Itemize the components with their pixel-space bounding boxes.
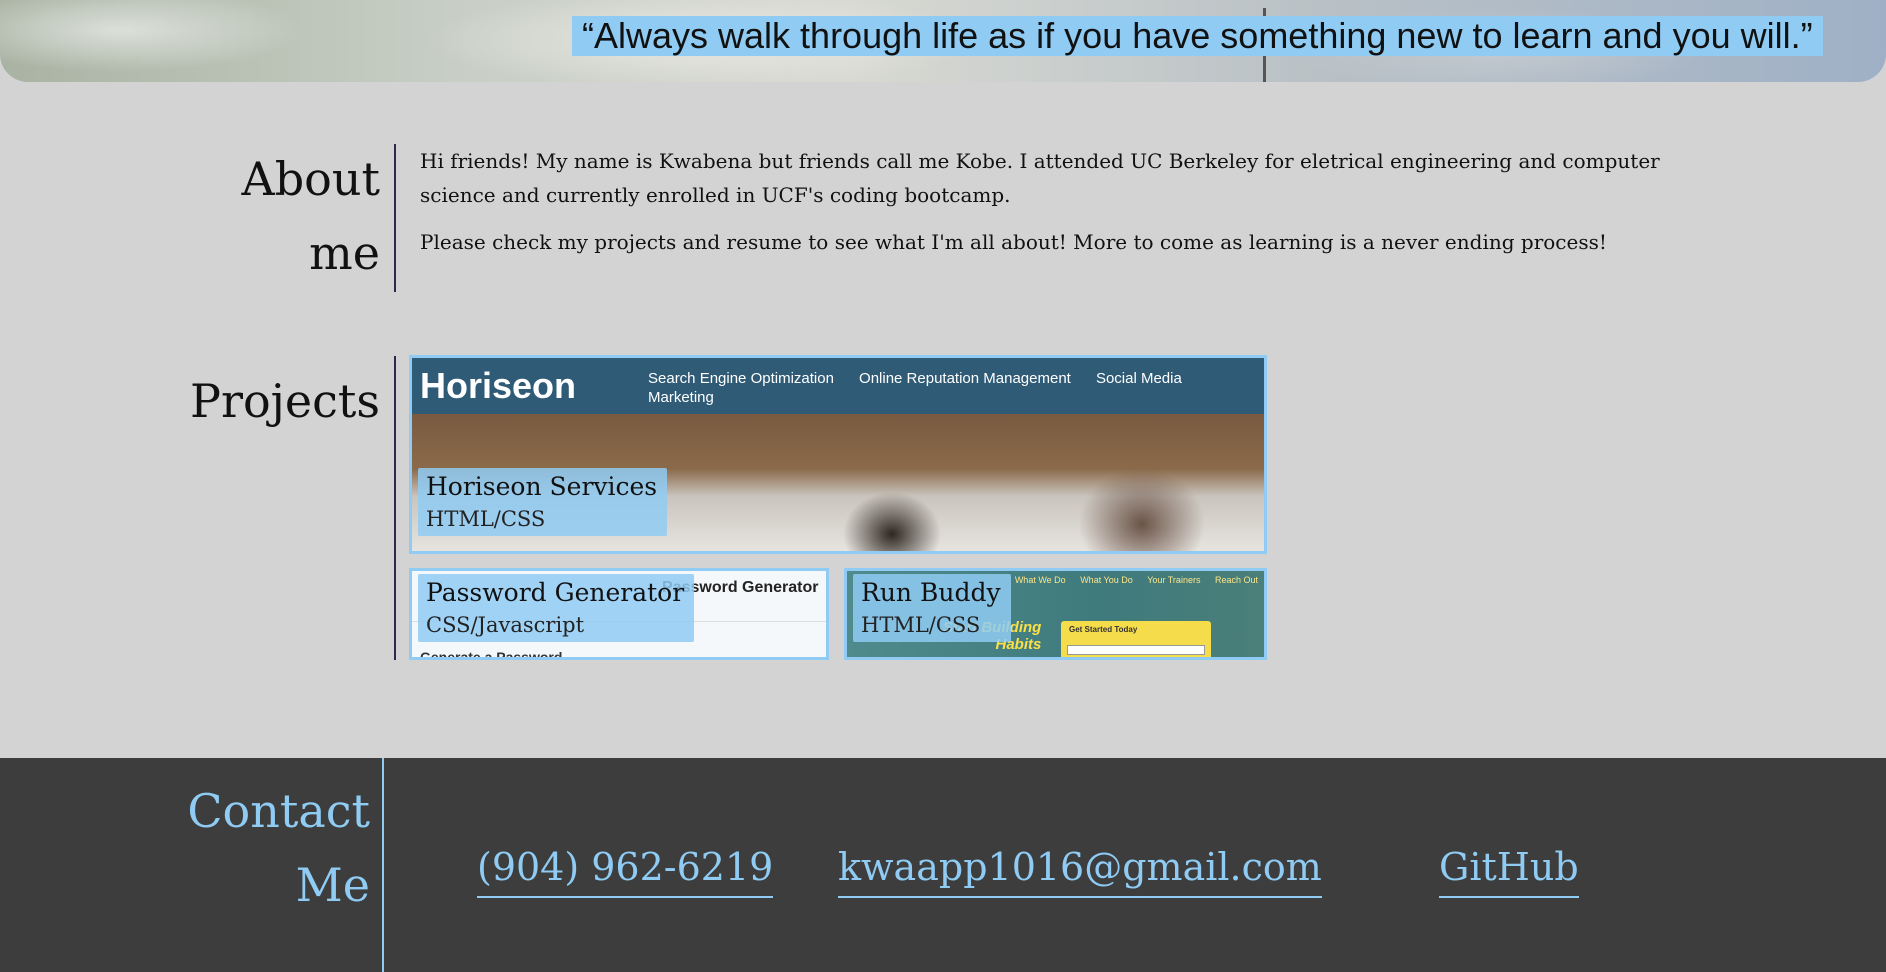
contact-divider	[382, 758, 384, 972]
hero-banner: “Always walk through life as if you have…	[0, 0, 1886, 82]
project-title: Password Generator	[426, 578, 685, 607]
projects-heading: Projects	[190, 374, 380, 428]
contact-heading-line1: Contact	[187, 784, 370, 838]
contact-heading: Contact Me	[150, 774, 370, 922]
project-label: Horiseon Services HTML/CSS	[418, 468, 668, 536]
project-label: Run Buddy HTML/CSS	[853, 574, 1011, 642]
about-text: Hi friends! My name is Kwabena but frien…	[420, 144, 1700, 272]
hero-quote: “Always walk through life as if you have…	[572, 16, 1823, 56]
run-buddy-preview-link: What We Do	[1014, 575, 1066, 585]
project-card-password-generator[interactable]: Password Generator Generate a Password P…	[409, 568, 829, 660]
project-tech: CSS/Javascript	[426, 613, 585, 637]
project-card-run-buddy[interactable]: What We Do What You Do Your Trainers Rea…	[844, 568, 1267, 660]
project-title: Horiseon Services	[426, 472, 658, 501]
run-buddy-preview-link: Reach Out	[1214, 575, 1258, 585]
about-heading-line1: About	[241, 152, 380, 206]
email-link[interactable]: kwaapp1016@gmail.com	[838, 842, 1322, 898]
horiseon-preview-link: Online Reputation Management	[859, 370, 1071, 387]
horiseon-preview-links: Search Engine Optimization Online Reputa…	[648, 368, 1264, 406]
projects-divider	[394, 356, 396, 660]
phone-link[interactable]: (904) 962-6219	[477, 842, 774, 898]
run-buddy-preview-link: What You Do	[1080, 575, 1133, 585]
about-divider	[394, 144, 396, 292]
horiseon-preview-logo: Horiseon	[420, 365, 577, 406]
project-tech: HTML/CSS	[426, 507, 546, 531]
about-paragraph-2: Please check my projects and resume to s…	[420, 230, 1607, 254]
about-heading: About me	[200, 142, 380, 290]
run-buddy-preview-nav: What We Do What You Do Your Trainers Rea…	[1003, 575, 1258, 585]
run-buddy-form-title: Get Started Today	[1069, 625, 1138, 634]
project-tech: HTML/CSS	[861, 613, 981, 637]
run-buddy-preview-link: Your Trainers	[1147, 575, 1201, 585]
contact-heading-line2: Me	[295, 858, 370, 912]
project-label: Password Generator CSS/Javascript	[418, 574, 695, 642]
horiseon-preview-nav: Horiseon Search Engine Optimization Onli…	[412, 358, 1264, 414]
contact-footer: Contact Me (904) 962-6219 kwaapp1016@gma…	[0, 758, 1886, 972]
about-paragraph-1: Hi friends! My name is Kwabena but frien…	[420, 149, 1660, 207]
run-buddy-preview-form: Get Started Today	[1061, 621, 1211, 657]
run-buddy-form-input	[1067, 645, 1205, 655]
project-card-horiseon[interactable]: Horiseon Search Engine Optimization Onli…	[409, 355, 1267, 554]
password-preview-subheader: Generate a Password	[420, 649, 563, 660]
horiseon-preview-link: Search Engine Optimization	[648, 370, 834, 387]
project-title: Run Buddy	[861, 578, 1001, 607]
about-heading-line2: me	[309, 226, 380, 280]
github-link[interactable]: GitHub	[1439, 842, 1579, 898]
